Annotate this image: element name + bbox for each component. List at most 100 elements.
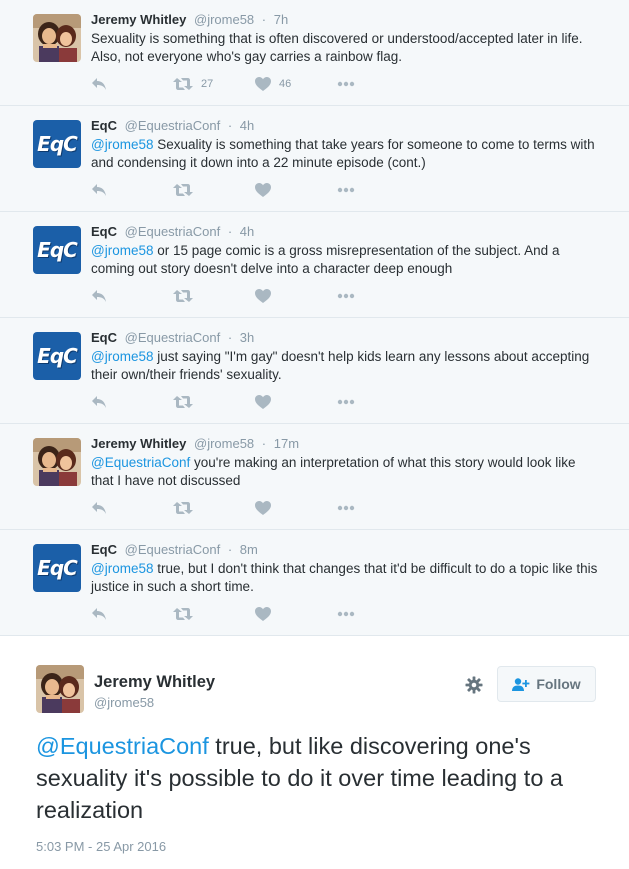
heart-icon <box>255 607 271 621</box>
tweet-actions <box>91 606 355 622</box>
like-count: 46 <box>279 78 292 90</box>
main-mention-link[interactable]: @EquestriaConf <box>36 733 209 759</box>
more-button[interactable] <box>337 293 355 299</box>
like-button[interactable] <box>255 607 337 621</box>
tweet-time[interactable]: 4h <box>240 118 254 133</box>
mention-link[interactable]: @jrome58 <box>91 561 153 576</box>
separator: · <box>261 12 267 27</box>
like-button[interactable]: 46 <box>255 77 337 91</box>
retweet-button[interactable] <box>173 183 255 197</box>
tweet-header: EqC @EquestriaConf · 4h <box>91 223 601 241</box>
tweet-time[interactable]: 3h <box>240 330 254 345</box>
author-name[interactable]: Jeremy Whitley <box>91 436 186 451</box>
reply-button[interactable] <box>91 77 173 91</box>
main-tweet-text: @EquestriaConf true, but like discoverin… <box>36 730 596 826</box>
tweet-header: EqC @EquestriaConf · 4h <box>91 117 601 135</box>
main-author-name[interactable]: Jeremy Whitley <box>94 673 215 692</box>
tweet-time[interactable]: 4h <box>240 224 254 239</box>
author-handle[interactable]: @EquestriaConf <box>125 224 221 239</box>
retweet-button[interactable] <box>173 289 255 303</box>
mention-link[interactable]: @jrome58 <box>91 243 153 258</box>
reply-button[interactable] <box>91 501 173 515</box>
like-button[interactable] <box>255 289 337 303</box>
like-button[interactable] <box>255 501 337 515</box>
like-button[interactable] <box>255 395 337 409</box>
follow-button[interactable]: Follow <box>497 666 596 702</box>
tweet-text: @jrome58 Sexuality is something that tak… <box>91 136 601 172</box>
tweet-text: @EquestriaConf you're making an interpre… <box>91 454 601 490</box>
tweet-time[interactable]: 7h <box>274 12 288 27</box>
retweet-icon <box>173 502 193 514</box>
mention-link[interactable]: @EquestriaConf <box>91 455 190 470</box>
retweet-button[interactable] <box>173 607 255 621</box>
conversation-thread: Jeremy Whitley @jrome58 · 7h Sexuality i… <box>0 0 629 636</box>
tweet-actions <box>91 182 355 198</box>
eqc-avatar[interactable]: EqC <box>33 226 81 274</box>
author-name[interactable]: EqC <box>91 118 117 133</box>
eqc-avatar[interactable]: EqC <box>33 120 81 168</box>
author-handle[interactable]: @EquestriaConf <box>125 330 221 345</box>
author-handle[interactable]: @jrome58 <box>194 436 254 451</box>
retweet-icon <box>173 396 193 408</box>
jeremy-avatar[interactable] <box>33 14 81 62</box>
eqc-avatar[interactable]: EqC <box>33 544 81 592</box>
mention-link[interactable]: @jrome58 <box>91 349 153 364</box>
tweet-content: Jeremy Whitley @jrome58 · 7h Sexuality i… <box>91 11 601 66</box>
mention-link[interactable]: @jrome58 <box>91 137 153 152</box>
more-icon <box>337 293 355 299</box>
eqc-logo-text: EqC <box>37 238 78 262</box>
tweet-content: EqC @EquestriaConf · 3h @jrome58 just sa… <box>91 329 601 384</box>
tweet-text: @jrome58 or 15 page comic is a gross mis… <box>91 242 601 278</box>
eqc-logo-text: EqC <box>37 556 78 580</box>
author-name[interactable]: EqC <box>91 330 117 345</box>
main-avatar[interactable] <box>36 665 84 713</box>
more-button[interactable] <box>337 505 355 511</box>
reply-button[interactable] <box>91 395 173 409</box>
more-icon <box>337 505 355 511</box>
separator: · <box>227 330 233 345</box>
reply-button[interactable] <box>91 607 173 621</box>
thread-tweet-5[interactable]: Jeremy Whitley @jrome58 · 17m @Equestria… <box>0 424 629 530</box>
author-name[interactable]: Jeremy Whitley <box>91 12 186 27</box>
thread-tweet-4[interactable]: EqC EqC @EquestriaConf · 3h @jrome58 jus… <box>0 318 629 424</box>
thread-tweet-6[interactable]: EqC EqC @EquestriaConf · 8m @jrome58 tru… <box>0 530 629 636</box>
more-button[interactable] <box>337 187 355 193</box>
author-name[interactable]: EqC <box>91 542 117 557</box>
like-button[interactable] <box>255 183 337 197</box>
separator: · <box>227 542 233 557</box>
eqc-logo-text: EqC <box>37 344 78 368</box>
more-icon <box>337 187 355 193</box>
separator: · <box>227 118 233 133</box>
more-button[interactable] <box>337 81 355 87</box>
more-button[interactable] <box>337 611 355 617</box>
gear-icon <box>465 676 483 694</box>
thread-tweet-3[interactable]: EqC EqC @EquestriaConf · 4h @jrome58 or … <box>0 212 629 318</box>
tweet-time[interactable]: 17m <box>274 436 299 451</box>
retweet-button[interactable] <box>173 501 255 515</box>
thread-tweet-1[interactable]: Jeremy Whitley @jrome58 · 7h Sexuality i… <box>0 0 629 106</box>
thread-tweet-2[interactable]: EqC EqC @EquestriaConf · 4h @jrome58 Sex… <box>0 106 629 212</box>
author-handle[interactable]: @EquestriaConf <box>125 542 221 557</box>
author-handle[interactable]: @jrome58 <box>194 12 254 27</box>
eqc-avatar[interactable]: EqC <box>33 332 81 380</box>
main-timestamp[interactable]: 5:03 PM - 25 Apr 2016 <box>36 839 166 854</box>
heart-icon <box>255 501 271 515</box>
settings-button[interactable] <box>465 676 483 699</box>
reply-icon <box>92 502 106 514</box>
jeremy-avatar[interactable] <box>33 438 81 486</box>
reply-button[interactable] <box>91 183 173 197</box>
author-name[interactable]: EqC <box>91 224 117 239</box>
main-author-handle[interactable]: @jrome58 <box>94 695 154 710</box>
reply-button[interactable] <box>91 289 173 303</box>
tweet-time[interactable]: 8m <box>240 542 258 557</box>
more-button[interactable] <box>337 399 355 405</box>
author-handle[interactable]: @EquestriaConf <box>125 118 221 133</box>
retweet-icon <box>173 184 193 196</box>
retweet-button[interactable] <box>173 395 255 409</box>
reply-icon <box>92 184 106 196</box>
retweet-button[interactable]: 27 <box>173 77 255 91</box>
retweet-count: 27 <box>201 78 214 90</box>
separator: · <box>261 436 267 451</box>
jeremy-avatar-image <box>36 665 84 713</box>
retweet-icon <box>173 608 193 620</box>
